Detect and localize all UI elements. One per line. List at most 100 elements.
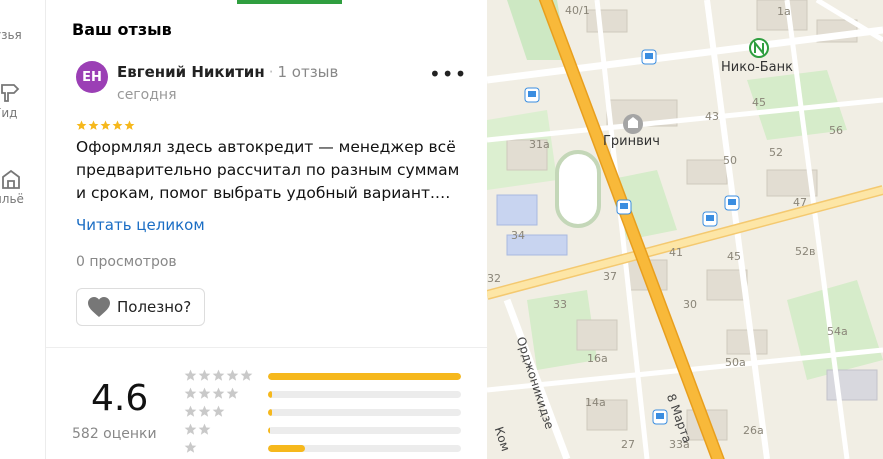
- rating-bar-fill: [268, 427, 270, 434]
- read-more-link[interactable]: Читать целиком: [76, 216, 205, 234]
- house-number: 50а: [725, 356, 746, 369]
- guide-icon: [1, 84, 20, 102]
- house-number: 45: [752, 96, 766, 109]
- bus-stop-icon[interactable]: [724, 195, 740, 211]
- review-date: сегодня: [117, 87, 177, 103]
- house-number: 32: [487, 272, 501, 285]
- useful-label: Полезно?: [117, 298, 192, 316]
- rating-votes: 582 оценки: [72, 426, 157, 442]
- rating-bar: [268, 391, 461, 398]
- rating-row-stars: [184, 423, 211, 436]
- star-icon: [198, 387, 211, 399]
- rating-bar: [268, 373, 461, 380]
- poi-label[interactable]: Нико-Банк: [721, 60, 793, 75]
- rating-row-4: [184, 386, 464, 404]
- star-icon: [184, 441, 197, 453]
- poi-label[interactable]: Гринвич: [603, 134, 660, 149]
- house-number: 52в: [795, 245, 816, 258]
- rating-row-1: [184, 440, 464, 458]
- rating-row-3: [184, 404, 464, 422]
- star-icon: [240, 369, 253, 381]
- house-number: 33а: [669, 438, 690, 451]
- metro-icon[interactable]: [749, 38, 769, 58]
- star-icon: [184, 423, 197, 435]
- star-icon: [198, 405, 211, 417]
- rating-distribution: [184, 368, 464, 458]
- rating-row-stars: [184, 405, 225, 418]
- bus-stop-icon[interactable]: [641, 49, 657, 65]
- rating-row-2: [184, 422, 464, 440]
- rating-bar-fill: [268, 373, 461, 380]
- rating-bar-fill: [268, 409, 272, 416]
- house-number: 47: [793, 196, 807, 209]
- review-rating-stars: [76, 120, 135, 131]
- section-title: Ваш отзыв: [72, 20, 172, 39]
- star-icon: [184, 405, 197, 417]
- heart-icon: [88, 297, 110, 317]
- review-text: Оформлял здесь автокредит — менеджер всё…: [76, 138, 460, 202]
- map-canvas[interactable]: [487, 0, 883, 459]
- star-icon: [76, 120, 87, 130]
- house-number: 1а: [777, 5, 791, 18]
- house-number: 43: [705, 110, 719, 123]
- rating-row-5: [184, 368, 464, 386]
- review-author-line: Евгений Никитин · 1 отзыв: [117, 63, 338, 81]
- house-number: 54а: [827, 325, 848, 338]
- mall-icon[interactable]: [623, 114, 643, 134]
- house-number: 14а: [585, 396, 606, 409]
- rail-item-label: Гид: [0, 106, 18, 120]
- star-icon: [198, 369, 211, 381]
- bus-stop-icon[interactable]: [652, 409, 668, 425]
- rail-item-friends[interactable]: узья: [0, 4, 45, 42]
- star-icon: [212, 405, 225, 417]
- rating-bar: [268, 409, 461, 416]
- rating-row-stars: [184, 387, 239, 400]
- rating-bar: [268, 445, 461, 452]
- star-icon: [212, 387, 225, 399]
- useful-button[interactable]: Полезно?: [76, 288, 205, 326]
- house-number: 30: [683, 298, 697, 311]
- separator-dot: ·: [268, 63, 274, 81]
- bus-stop-icon[interactable]: [524, 87, 540, 103]
- left-rail: узья Гид ильё: [0, 0, 46, 459]
- house-number: 33: [553, 298, 567, 311]
- author-name[interactable]: Евгений Никитин: [117, 63, 265, 81]
- house-number: 37: [603, 270, 617, 283]
- rating-bar: [268, 427, 461, 434]
- star-icon: [88, 120, 99, 130]
- map[interactable]: Нико-Банк Гринвич 8 Марта Орджоникидзе К…: [487, 0, 883, 459]
- avatar[interactable]: ЕН: [76, 61, 108, 93]
- star-icon: [100, 120, 111, 130]
- star-icon: [184, 387, 197, 399]
- rail-item-label: ильё: [0, 192, 24, 206]
- star-icon: [124, 120, 135, 130]
- star-icon: [226, 387, 239, 399]
- star-icon: [198, 423, 211, 435]
- star-icon: [112, 120, 123, 130]
- house-number: 40/1: [565, 4, 590, 17]
- house-number: 41: [669, 246, 683, 259]
- star-icon: [212, 369, 225, 381]
- rail-item-guide[interactable]: Гид: [0, 82, 45, 120]
- house-number: 52: [769, 146, 783, 159]
- house-number: 27: [621, 438, 635, 451]
- house-number: 45: [727, 250, 741, 263]
- more-options-icon[interactable]: •••: [429, 64, 467, 84]
- star-icon: [226, 369, 239, 381]
- bus-stop-icon[interactable]: [616, 199, 632, 215]
- bus-stop-icon[interactable]: [702, 211, 718, 227]
- divider: [46, 347, 487, 348]
- rating-bar-fill: [268, 445, 305, 452]
- star-icon: [184, 369, 197, 381]
- house-number: 56: [829, 124, 843, 137]
- rating-row-stars: [184, 441, 197, 454]
- house-number: 34: [511, 229, 525, 242]
- author-review-count: 1 отзыв: [277, 63, 339, 81]
- rail-item-housing[interactable]: ильё: [0, 168, 45, 206]
- rating-bar-fill: [268, 391, 272, 398]
- house-number: 26а: [743, 424, 764, 437]
- rating-row-stars: [184, 369, 253, 382]
- active-tab-indicator: [237, 0, 342, 4]
- house-number: 50: [723, 154, 737, 167]
- review-panel: Ваш отзыв ЕН Евгений Никитин · 1 отзыв сег…: [46, 0, 487, 459]
